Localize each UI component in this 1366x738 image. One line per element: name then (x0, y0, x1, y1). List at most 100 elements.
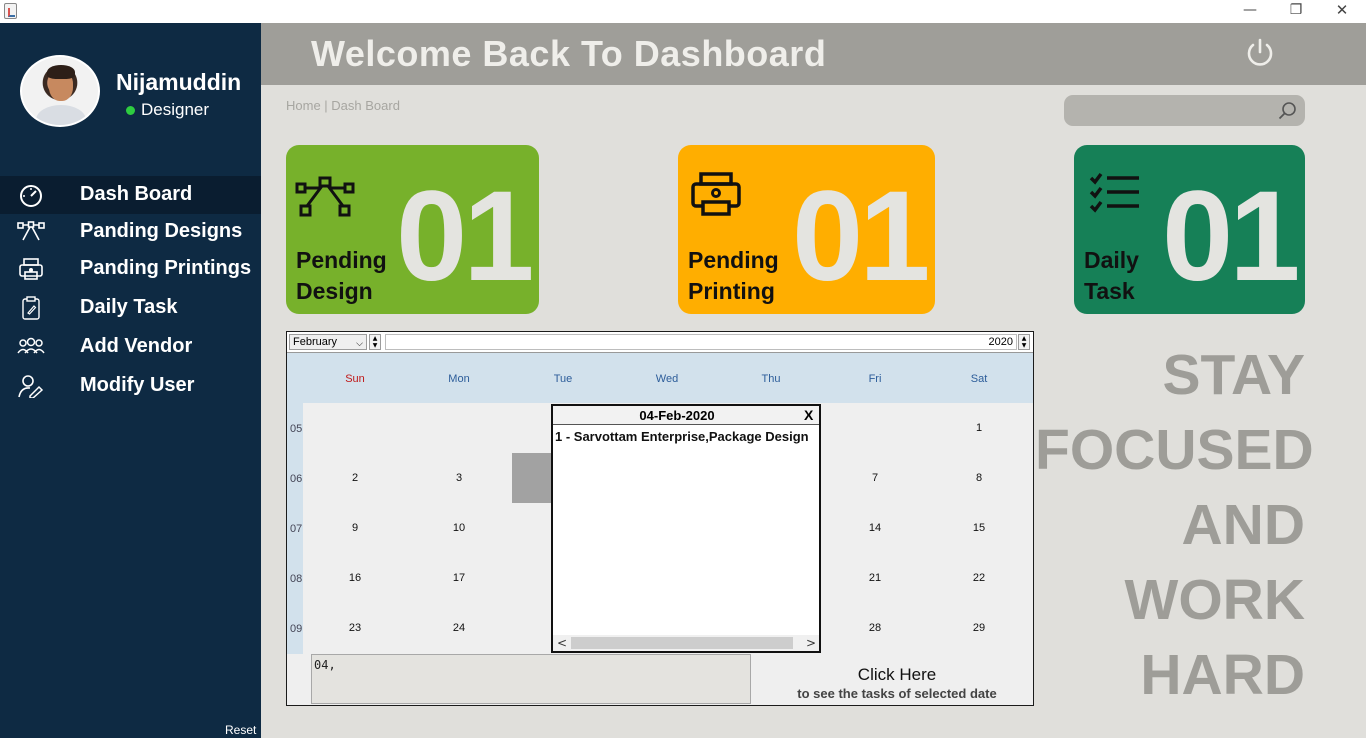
maximize-button[interactable]: ❐ (1273, 0, 1319, 23)
weekday-label: Wed (655, 373, 679, 385)
clipboard-icon (22, 296, 40, 320)
week-number-column: 05 06 07 08 09 (287, 353, 303, 654)
pending-design-count: 01 (396, 165, 534, 308)
year-spinner[interactable]: ▲ ▼ (1018, 334, 1030, 350)
day-cell[interactable]: 23 (303, 603, 407, 653)
header: Welcome Back To Dashboard (261, 23, 1366, 85)
printer-icon (691, 172, 741, 216)
search-input[interactable] (1074, 100, 1269, 121)
week-number: 05 (290, 423, 303, 435)
sidebar-item-panding-printings[interactable]: Panding Printings (0, 250, 261, 288)
weekday-label: Fri (868, 373, 882, 385)
motto-line: FOCUSED (1035, 418, 1314, 482)
window-titlebar: — ❐ ✕ (0, 0, 1366, 23)
scrollbar-thumb[interactable] (571, 637, 793, 649)
week-number: 07 (290, 523, 303, 535)
popup-close-button[interactable]: X (804, 407, 813, 423)
day-cell[interactable]: 16 (303, 553, 407, 603)
day-cell[interactable]: 15 (927, 503, 1031, 553)
sidebar-item-label: Modify User (80, 374, 195, 396)
card-label: Daily Task (1084, 247, 1139, 304)
page-title: Welcome Back To Dashboard (311, 33, 827, 74)
search-box (1064, 95, 1305, 126)
day-cell[interactable]: 29 (927, 603, 1031, 653)
sidebar-item-label: Daily Task (80, 296, 178, 318)
sidebar-item-modify-user[interactable]: Modify User (0, 367, 261, 405)
day-cell[interactable]: 9 (303, 503, 407, 553)
sidebar-item-label: Dash Board (80, 183, 193, 205)
chevron-left-icon[interactable]: < (557, 635, 567, 651)
chevron-down-icon: ⌵ (356, 338, 363, 348)
day-cell[interactable]: 14 (823, 503, 927, 553)
day-cell[interactable]: 21 (823, 553, 927, 603)
day-cell[interactable]: 2 (303, 453, 407, 503)
month-spinner[interactable]: ▲ ▼ (369, 334, 381, 350)
sidebar-item-dash-board[interactable]: Dash Board (0, 176, 261, 214)
motto-line: AND (1181, 493, 1306, 557)
weekday-label: Mon (448, 373, 470, 385)
day-cell[interactable]: 1 (927, 403, 1031, 453)
date-tasks-popup: 04-Feb-2020 X 1 - Sarvottam Enterprise,P… (551, 404, 821, 653)
sidebar-item-label: Panding Printings (80, 257, 252, 279)
weekday-header: Sun Mon Tue Wed Thu Fri Sat (303, 353, 1033, 403)
click-here-caption: to see the tasks of selected date (797, 686, 997, 701)
sidebar-item-label: Add Vendor (80, 335, 193, 357)
week-number: 09 (290, 623, 303, 635)
daily-task-card[interactable]: Daily Task 01 (1074, 145, 1305, 314)
power-icon[interactable] (1243, 36, 1277, 70)
breadcrumb: Home | Dash Board (286, 98, 400, 113)
day-cell[interactable]: 28 (823, 603, 927, 653)
weekday-label: Thu (761, 373, 781, 385)
bezier-pen-icon (17, 221, 45, 241)
card-label: Pending Printing (688, 247, 779, 304)
day-cell[interactable]: 22 (927, 553, 1031, 603)
sidebar-item-label: Panding Designs (80, 220, 243, 242)
popup-title: 04-Feb-2020 (639, 408, 715, 423)
pending-printing-card[interactable]: Pending Printing 01 (678, 145, 935, 314)
weekday-label: Sat (970, 373, 988, 385)
minimize-button[interactable]: — (1227, 0, 1273, 23)
selected-day-cell[interactable] (512, 453, 554, 503)
week-number: 08 (290, 573, 303, 585)
close-button[interactable]: ✕ (1319, 0, 1365, 23)
click-here-button[interactable]: Click Here (812, 665, 982, 685)
daily-task-count: 01 (1162, 165, 1300, 308)
motto-line: STAY (1162, 343, 1305, 407)
user-edit-icon (18, 375, 44, 398)
printer-icon (19, 258, 43, 280)
month-select[interactable]: February ⌵ (289, 334, 367, 350)
java-app-icon (4, 3, 17, 19)
weekday-label: Sun (345, 373, 365, 385)
sidebar-item-daily-task[interactable]: Daily Task (0, 289, 261, 327)
checklist-icon (1089, 172, 1139, 213)
reset-link[interactable]: Reset (225, 723, 256, 737)
year-field[interactable]: 2020 (385, 334, 1017, 350)
search-icon[interactable] (1278, 101, 1297, 120)
pending-printing-count: 01 (792, 165, 930, 308)
day-cell[interactable]: 7 (823, 453, 927, 503)
chevron-right-icon[interactable]: > (806, 635, 816, 651)
day-cell[interactable]: 8 (927, 453, 1031, 503)
online-status-dot (126, 106, 135, 115)
horizontal-scrollbar[interactable]: < > (553, 635, 819, 651)
sidebar-item-add-vendor[interactable]: Add Vendor (0, 328, 261, 366)
selected-dates-field[interactable]: 04, (311, 654, 751, 704)
weekday-label: Tue (553, 373, 573, 385)
calendar-toolbar: February ⌵ ▲ ▼ 2020 ▲ ▼ (287, 332, 1033, 353)
popup-header: 04-Feb-2020 X (553, 406, 819, 425)
avatar (20, 55, 100, 127)
day-cell[interactable]: 3 (407, 453, 511, 503)
card-label: Pending Design (296, 247, 387, 304)
user-name: Nijamuddin (116, 69, 242, 95)
pending-design-card[interactable]: Pending Design 01 (286, 145, 539, 314)
bezier-pen-icon (295, 176, 355, 217)
user-role: Designer (141, 100, 210, 119)
week-number: 06 (290, 473, 303, 485)
day-cell[interactable]: 17 (407, 553, 511, 603)
motto-line: HARD (1140, 643, 1305, 707)
day-cell[interactable]: 10 (407, 503, 511, 553)
day-cell[interactable]: 24 (407, 603, 511, 653)
sidebar-item-panding-designs[interactable]: Panding Designs (0, 213, 261, 251)
popup-task-entry: 1 - Sarvottam Enterprise,Package Design (555, 429, 809, 444)
users-icon (17, 337, 45, 354)
